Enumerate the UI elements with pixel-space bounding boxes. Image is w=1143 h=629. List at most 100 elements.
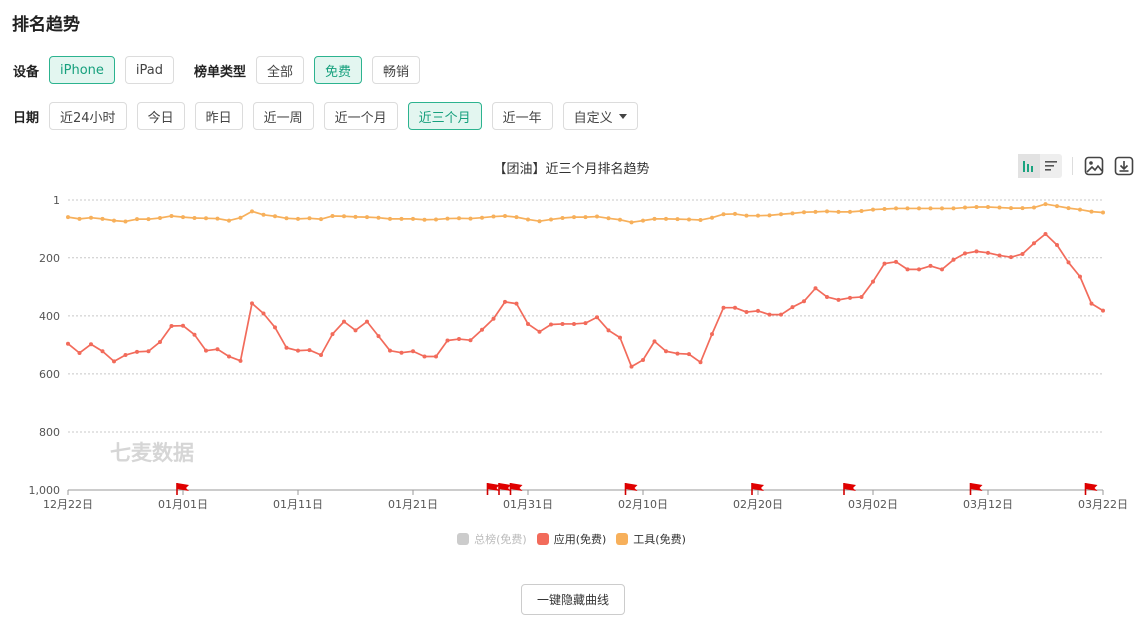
data-point[interactable] <box>710 215 714 220</box>
list-view-icon[interactable] <box>1040 154 1062 178</box>
data-point[interactable] <box>813 286 818 291</box>
data-point[interactable] <box>756 308 760 313</box>
data-point[interactable] <box>204 348 208 353</box>
data-point[interactable] <box>445 216 450 221</box>
data-point[interactable] <box>135 217 139 222</box>
date-yesterday-button[interactable]: 昨日 <box>194 102 243 130</box>
data-point[interactable] <box>710 332 714 337</box>
data-point[interactable] <box>158 215 162 220</box>
data-point[interactable] <box>1055 204 1059 209</box>
data-point[interactable] <box>146 217 151 222</box>
data-point[interactable] <box>537 219 542 224</box>
data-point[interactable] <box>457 337 461 342</box>
data-point[interactable] <box>1043 231 1048 236</box>
data-point[interactable] <box>779 312 783 317</box>
data-point[interactable] <box>491 214 496 219</box>
data-point[interactable] <box>181 323 185 328</box>
data-point[interactable] <box>917 206 921 211</box>
data-point[interactable] <box>721 212 726 217</box>
data-point[interactable] <box>146 349 151 354</box>
data-point[interactable] <box>480 327 484 332</box>
data-point[interactable] <box>227 218 231 223</box>
event-flag-icon[interactable] <box>624 483 638 495</box>
data-point[interactable] <box>66 341 70 346</box>
data-point[interactable] <box>250 209 254 214</box>
data-point[interactable] <box>123 353 128 358</box>
data-point[interactable] <box>365 319 369 324</box>
data-point[interactable] <box>1089 301 1094 306</box>
data-point[interactable] <box>664 349 668 354</box>
data-point[interactable] <box>733 305 737 310</box>
data-point[interactable] <box>112 359 116 364</box>
data-point[interactable] <box>330 213 335 218</box>
data-point[interactable] <box>1101 210 1105 215</box>
data-point[interactable] <box>1032 241 1036 246</box>
data-point[interactable] <box>940 267 944 272</box>
data-point[interactable] <box>917 267 921 272</box>
data-point[interactable] <box>365 215 369 220</box>
data-point[interactable] <box>411 349 415 354</box>
data-point[interactable] <box>284 216 289 221</box>
data-point[interactable] <box>802 210 806 215</box>
data-point[interactable] <box>135 349 139 354</box>
data-point[interactable] <box>434 217 438 222</box>
data-point[interactable] <box>641 218 645 223</box>
data-point[interactable] <box>238 358 243 363</box>
data-point[interactable] <box>376 334 381 339</box>
data-point[interactable] <box>572 215 576 220</box>
data-point[interactable] <box>1066 206 1071 211</box>
data-point[interactable] <box>882 206 887 211</box>
download-icon[interactable] <box>1113 155 1135 177</box>
image-export-icon[interactable] <box>1083 155 1105 177</box>
data-point[interactable] <box>733 211 737 216</box>
data-point[interactable] <box>1020 206 1025 211</box>
data-point[interactable] <box>997 253 1002 258</box>
data-point[interactable] <box>549 322 553 327</box>
data-point[interactable] <box>1032 205 1036 210</box>
data-point[interactable] <box>503 213 507 218</box>
data-point[interactable] <box>100 216 105 221</box>
event-flag-icon[interactable] <box>486 483 500 495</box>
legend-app-free[interactable]: 应用(免费) <box>536 531 606 547</box>
data-point[interactable] <box>813 209 818 214</box>
data-point[interactable] <box>480 215 484 220</box>
data-point[interactable] <box>572 321 576 326</box>
data-point[interactable] <box>687 217 691 222</box>
data-point[interactable] <box>181 215 185 220</box>
event-flag-icon[interactable] <box>509 483 523 495</box>
data-point[interactable] <box>514 215 519 220</box>
data-point[interactable] <box>1043 202 1048 207</box>
data-point[interactable] <box>802 299 806 304</box>
data-point[interactable] <box>928 206 933 211</box>
data-point[interactable] <box>1020 251 1025 256</box>
data-point[interactable] <box>169 213 174 218</box>
date-24h-button[interactable]: 近24小时 <box>49 102 127 130</box>
data-point[interactable] <box>445 338 450 343</box>
data-point[interactable] <box>974 249 979 254</box>
data-point[interactable] <box>192 215 197 220</box>
data-point[interactable] <box>652 216 657 221</box>
data-point[interactable] <box>261 311 266 316</box>
data-point[interactable] <box>388 348 392 353</box>
data-point[interactable] <box>618 217 622 222</box>
data-point[interactable] <box>940 206 944 211</box>
event-flag-icon[interactable] <box>969 483 983 495</box>
data-point[interactable] <box>192 332 197 337</box>
data-point[interactable] <box>422 354 427 359</box>
data-point[interactable] <box>825 209 829 214</box>
data-point[interactable] <box>721 305 726 310</box>
data-point[interactable] <box>411 216 415 221</box>
bar-view-icon[interactable] <box>1018 154 1040 178</box>
data-point[interactable] <box>595 315 599 320</box>
data-point[interactable] <box>434 354 438 359</box>
data-point[interactable] <box>342 319 346 324</box>
data-point[interactable] <box>905 267 910 272</box>
data-point[interactable] <box>974 204 979 209</box>
date-year-button[interactable]: 近一年 <box>491 102 553 130</box>
data-point[interactable] <box>825 294 829 299</box>
data-point[interactable] <box>123 219 128 224</box>
data-point[interactable] <box>1089 209 1094 214</box>
data-point[interactable] <box>238 215 243 220</box>
data-point[interactable] <box>583 215 588 220</box>
data-point[interactable] <box>227 354 231 359</box>
